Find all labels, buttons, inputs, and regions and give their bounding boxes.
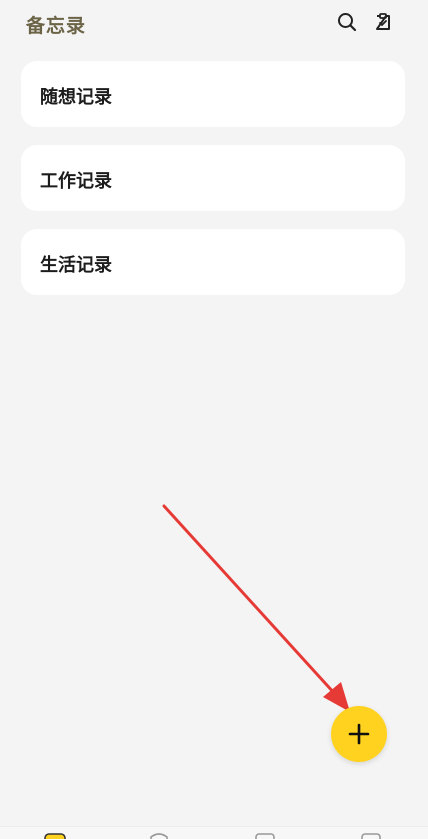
memo-screen: 备忘录 随想记录 工作记录 生活记录	[0, 0, 428, 839]
category-card-life[interactable]: 生活记录	[21, 229, 405, 295]
category-label: 工作记录	[40, 171, 112, 192]
bottom-nav	[0, 826, 428, 839]
plus-icon	[348, 723, 370, 745]
add-note-button[interactable]	[331, 706, 387, 762]
app-header: 备忘录	[0, 0, 428, 48]
page-title: 备忘录	[26, 15, 87, 37]
nav-icon-2[interactable]	[148, 833, 170, 839]
search-icon[interactable]	[336, 11, 358, 33]
nav-icon-3[interactable]	[254, 833, 276, 839]
memo-icon[interactable]	[44, 833, 66, 839]
category-card-work[interactable]: 工作记录	[21, 145, 405, 211]
category-card-random-thoughts[interactable]: 随想记录	[21, 61, 405, 127]
category-label: 生活记录	[40, 255, 112, 276]
category-label: 随想记录	[40, 87, 112, 108]
nav-icon-4[interactable]	[360, 833, 382, 839]
notes-icon[interactable]	[372, 11, 394, 33]
